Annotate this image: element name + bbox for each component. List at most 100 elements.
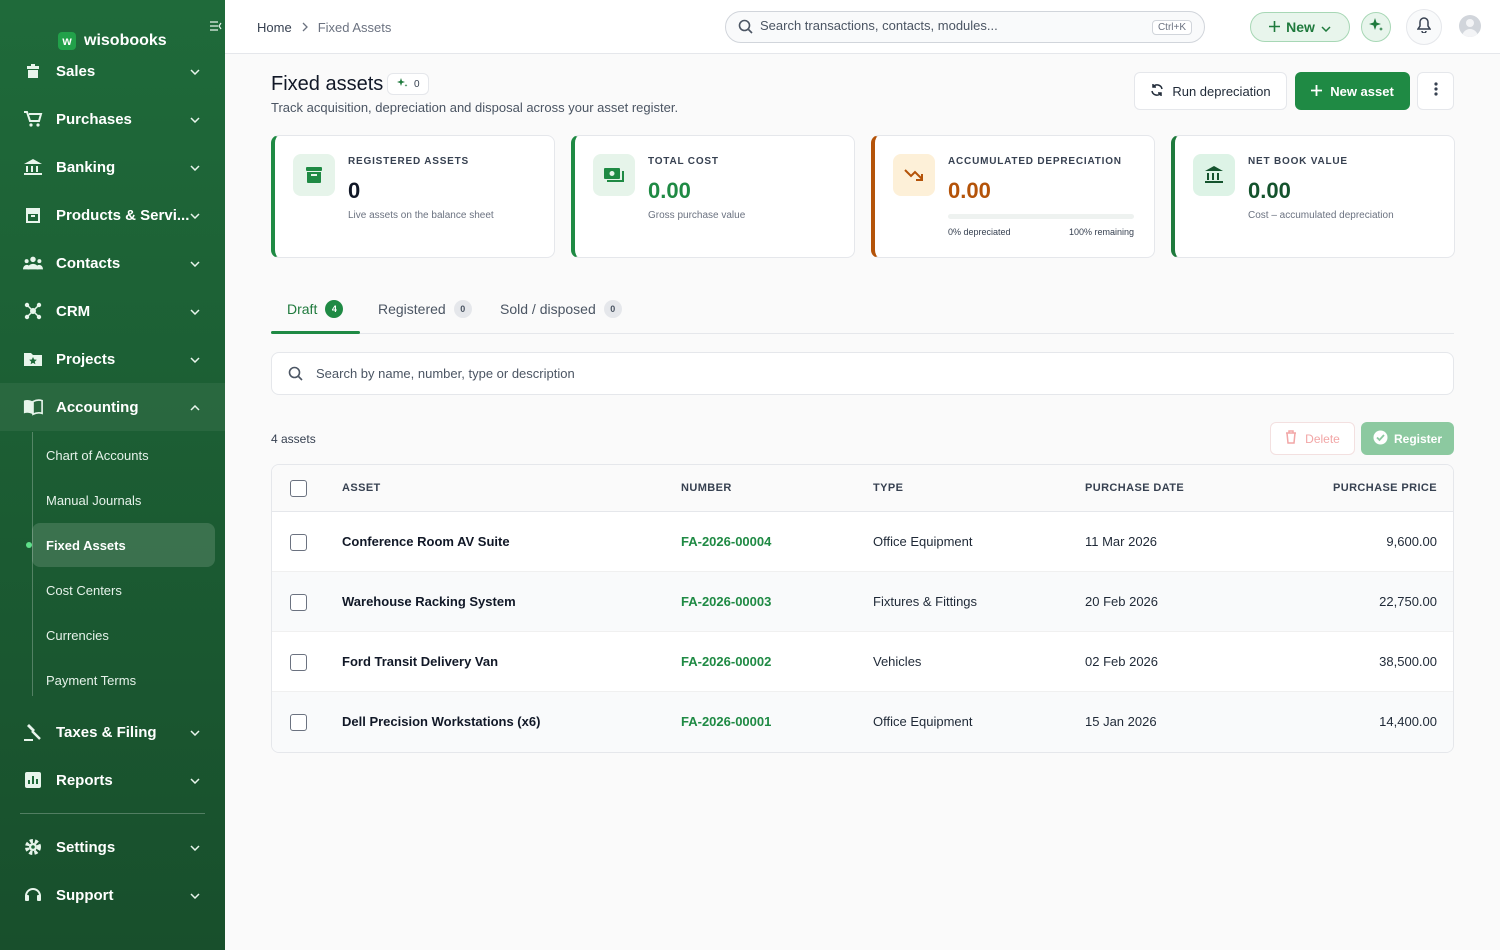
- purchase-price: 38,500.00: [1379, 654, 1437, 669]
- sidebar-item-taxes[interactable]: Taxes & Filing: [0, 708, 225, 756]
- breadcrumb-home[interactable]: Home: [257, 20, 292, 35]
- sidebar-item-banking[interactable]: Banking: [0, 143, 225, 191]
- sidebar-item-label: Purchases: [56, 110, 132, 128]
- delete-button[interactable]: Delete: [1270, 422, 1355, 455]
- collapse-sidebar-icon[interactable]: [210, 20, 222, 34]
- stat-value: 0.00: [948, 178, 991, 203]
- row-checkbox[interactable]: [290, 714, 307, 731]
- chevron-down-icon: [190, 160, 200, 174]
- asset-number-link[interactable]: FA-2026-00003: [681, 594, 771, 609]
- sidebar-item-label: Reports: [56, 771, 113, 789]
- search-icon: [738, 19, 754, 40]
- sidebar-item-purchases[interactable]: Purchases: [0, 95, 225, 143]
- avatar[interactable]: [1459, 15, 1481, 37]
- sidebar-item-settings[interactable]: Settings: [0, 823, 225, 871]
- tab-draft[interactable]: Draft 4: [287, 283, 344, 334]
- trending-down-icon: [893, 154, 935, 196]
- tab-label: Sold / disposed: [500, 300, 596, 317]
- sidebar: w wisobooks Sales Purchases Banking Prod…: [0, 0, 225, 950]
- table-row[interactable]: Warehouse Racking System FA-2026-00003 F…: [272, 572, 1453, 632]
- asset-number-link[interactable]: FA-2026-00001: [681, 714, 771, 729]
- run-depreciation-button[interactable]: Run depreciation: [1134, 72, 1287, 110]
- column-header-type[interactable]: TYPE: [873, 482, 903, 494]
- chevron-down-icon: [190, 112, 200, 126]
- sidebar-subitem-chart-of-accounts[interactable]: Chart of Accounts: [32, 433, 215, 477]
- asset-name[interactable]: Dell Precision Workstations (x6): [342, 714, 540, 729]
- asset-type: Office Equipment: [873, 534, 973, 549]
- purchase-price: 14,400.00: [1379, 714, 1437, 729]
- new-button-label: New: [1286, 19, 1315, 35]
- sidebar-subitem-manual-journals[interactable]: Manual Journals: [32, 478, 215, 522]
- notifications-button[interactable]: [1406, 9, 1442, 45]
- asset-status-tabs: Draft 4 Registered 0 Sold / disposed 0: [271, 283, 1454, 334]
- asset-number-link[interactable]: FA-2026-00004: [681, 534, 771, 549]
- sidebar-item-support[interactable]: Support: [0, 871, 225, 919]
- page-subtitle: Track acquisition, depreciation and disp…: [271, 100, 679, 115]
- table-row[interactable]: Dell Precision Workstations (x6) FA-2026…: [272, 692, 1453, 752]
- delete-label: Delete: [1305, 431, 1340, 446]
- sidebar-subitem-cost-centers[interactable]: Cost Centers: [32, 568, 215, 612]
- column-header-purchase-date[interactable]: PURCHASE DATE: [1085, 482, 1184, 494]
- table-row[interactable]: Ford Transit Delivery Van FA-2026-00002 …: [272, 632, 1453, 692]
- global-search-input[interactable]: [760, 18, 1120, 33]
- stat-value: 0.00: [648, 178, 691, 203]
- column-header-asset[interactable]: ASSET: [342, 482, 381, 494]
- sidebar-item-sales[interactable]: Sales: [0, 47, 225, 95]
- column-header-number[interactable]: NUMBER: [681, 482, 732, 494]
- sidebar-item-crm[interactable]: CRM: [0, 287, 225, 335]
- register-button[interactable]: Register: [1361, 422, 1454, 455]
- more-options-button[interactable]: [1417, 72, 1454, 110]
- ai-assistant-button[interactable]: [1361, 12, 1391, 42]
- purchase-price: 22,750.00: [1379, 594, 1437, 609]
- stat-value: 0: [348, 178, 361, 203]
- sparkle-icon: [396, 77, 408, 92]
- sidebar-item-reports[interactable]: Reports: [0, 756, 225, 804]
- sidebar-subitem-currencies[interactable]: Currencies: [32, 613, 215, 657]
- sidebar-item-label: Sales: [56, 62, 96, 80]
- sidebar-item-label: Projects: [56, 350, 116, 368]
- sidebar-item-products[interactable]: Products & Servi...: [0, 191, 225, 239]
- global-search[interactable]: Ctrl+K: [725, 11, 1205, 43]
- table-row[interactable]: Conference Room AV Suite FA-2026-00004 O…: [272, 512, 1453, 572]
- progress-right-label: 100% remaining: [1068, 227, 1134, 237]
- asset-name[interactable]: Ford Transit Delivery Van: [342, 654, 498, 669]
- asset-name[interactable]: Warehouse Racking System: [342, 594, 516, 609]
- chart-icon: [23, 770, 43, 790]
- sidebar-subitem-fixed-assets[interactable]: Fixed Assets: [32, 523, 215, 567]
- purchase-date: 15 Jan 2026: [1085, 714, 1157, 729]
- tab-sold-disposed[interactable]: Sold / disposed 0: [500, 283, 622, 334]
- gear-icon: [23, 837, 43, 857]
- stat-card-registered-assets: REGISTERED ASSETS 0 Live assets on the b…: [271, 135, 555, 258]
- asset-search[interactable]: [271, 352, 1454, 395]
- people-icon: [23, 253, 43, 273]
- sidebar-item-accounting[interactable]: Accounting: [0, 383, 225, 431]
- new-button[interactable]: New: [1250, 12, 1350, 42]
- tab-registered[interactable]: Registered 0: [378, 283, 472, 334]
- row-checkbox[interactable]: [290, 534, 307, 551]
- new-asset-button[interactable]: New asset: [1295, 72, 1410, 110]
- tab-count-badge: 0: [603, 299, 622, 318]
- row-checkbox[interactable]: [290, 594, 307, 611]
- stat-label: ACCUMULATED DEPRECIATION: [948, 156, 1122, 167]
- check-circle-icon: [1373, 430, 1388, 448]
- row-checkbox[interactable]: [290, 654, 307, 671]
- run-depreciation-label: Run depreciation: [1172, 83, 1271, 99]
- asset-search-input[interactable]: [316, 366, 1016, 381]
- asset-number-link[interactable]: FA-2026-00002: [681, 654, 771, 669]
- sidebar-item-projects[interactable]: Projects: [0, 335, 225, 383]
- tab-label: Registered: [378, 300, 446, 317]
- select-all-checkbox[interactable]: [290, 480, 307, 497]
- depreciation-progress-bar: [948, 214, 1134, 219]
- asset-name[interactable]: Conference Room AV Suite: [342, 534, 510, 549]
- ai-suggestions-chip[interactable]: 0: [387, 73, 429, 95]
- sidebar-item-label: Products & Servi...: [56, 206, 190, 224]
- topbar: Home Fixed Assets Ctrl+K New: [225, 0, 1500, 54]
- sidebar-item-label: Support: [56, 886, 114, 904]
- chevron-down-icon: [190, 725, 200, 739]
- sidebar-subitem-payment-terms[interactable]: Payment Terms: [32, 658, 215, 702]
- column-header-purchase-price[interactable]: PURCHASE PRICE: [1333, 482, 1437, 494]
- sidebar-item-contacts[interactable]: Contacts: [0, 239, 225, 287]
- asset-type: Vehicles: [873, 654, 922, 669]
- stat-card-total-cost: TOTAL COST 0.00 Gross purchase value: [571, 135, 855, 258]
- cart-icon: [23, 109, 43, 129]
